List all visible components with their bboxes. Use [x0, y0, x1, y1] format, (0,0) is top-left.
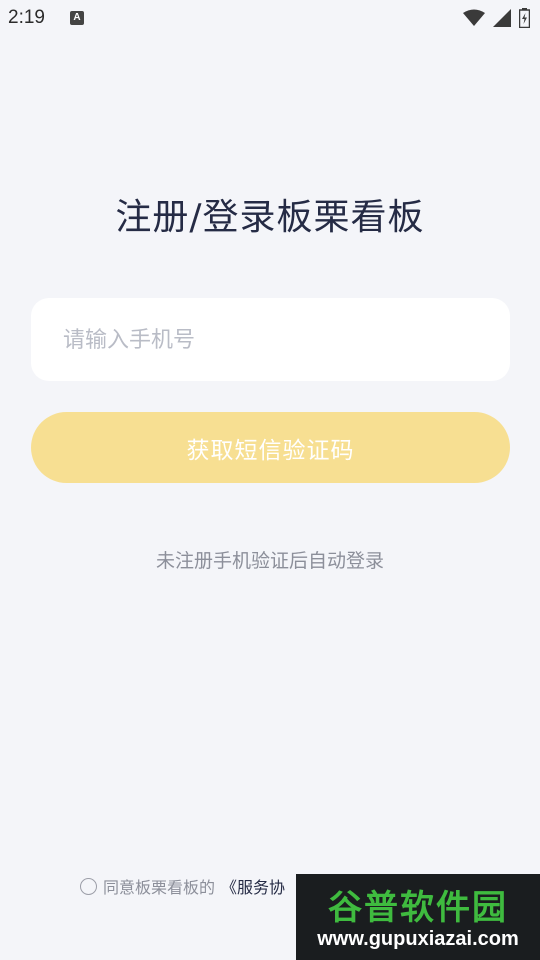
status-bar: 2:19 A [0, 0, 540, 36]
wifi-icon [463, 9, 485, 26]
agreement-row: 同意板栗看板的 《服务协 [80, 874, 285, 898]
get-sms-code-button[interactable]: 获取短信验证码 [31, 412, 510, 483]
auto-login-hint: 未注册手机验证后自动登录 [155, 550, 384, 572]
watermark-title: 谷普软件园 [328, 888, 508, 928]
notification-icon: A [70, 11, 84, 25]
status-time: 2:19 [8, 7, 45, 28]
service-agreement-link[interactable]: 《服务协 [221, 874, 285, 898]
agree-radio[interactable] [80, 877, 97, 895]
phone-input[interactable] [61, 298, 485, 383]
phone-field-container [31, 298, 510, 383]
battery-icon [519, 8, 530, 28]
watermark-url: www.gupuxiazai.com [317, 928, 519, 950]
signal-icon [493, 9, 511, 27]
page-title: 注册/登录板栗看板 [115, 197, 425, 238]
agreement-prefix: 同意板栗看板的 [103, 878, 216, 897]
watermark: 谷普软件园 www.gupuxiazai.com [296, 874, 540, 960]
status-icons [463, 8, 530, 28]
